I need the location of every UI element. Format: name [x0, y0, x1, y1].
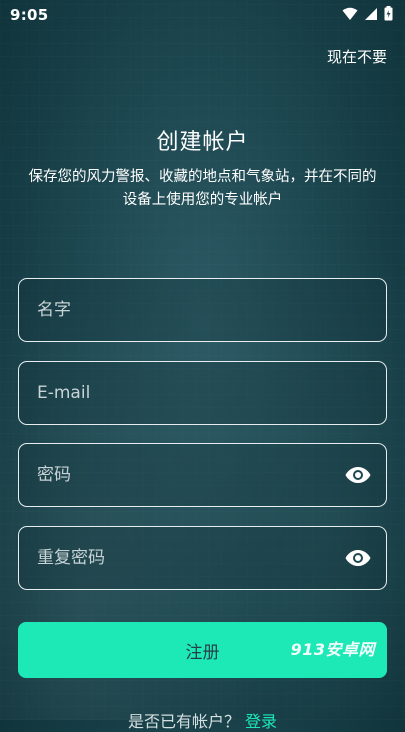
register-button-label: 注册: [185, 642, 220, 663]
page-subtitle: 保存您的风力警报、收藏的地点和气象站，并在不同的设备上使用您的专业帐户: [28, 169, 377, 208]
show-confirm-password-eye-icon[interactable]: [344, 544, 372, 572]
status-bar: 9:05: [0, 0, 405, 30]
wifi-icon: [342, 6, 358, 25]
login-link[interactable]: 登录: [245, 712, 277, 731]
login-question: 是否已有帐户？: [127, 712, 240, 731]
login-prompt: 是否已有帐户？ 登录: [0, 708, 405, 732]
password-field[interactable]: [18, 443, 387, 507]
email-input[interactable]: [37, 383, 372, 403]
name-field[interactable]: [18, 278, 387, 342]
email-field[interactable]: [18, 361, 387, 425]
show-password-eye-icon[interactable]: [344, 461, 372, 489]
name-input[interactable]: [37, 300, 372, 320]
signal-icon: [364, 6, 378, 25]
skip-button[interactable]: 现在不要: [327, 46, 387, 67]
confirm-password-input[interactable]: [37, 548, 344, 568]
battery-icon: [384, 5, 393, 25]
watermark: 913安卓网: [290, 640, 375, 659]
confirm-password-field[interactable]: [18, 526, 387, 590]
background-texture: [0, 0, 405, 720]
status-time: 9:05: [10, 6, 49, 24]
password-input[interactable]: [37, 465, 344, 485]
status-icons: [342, 5, 393, 25]
page-title: 创建帐户: [156, 130, 249, 155]
